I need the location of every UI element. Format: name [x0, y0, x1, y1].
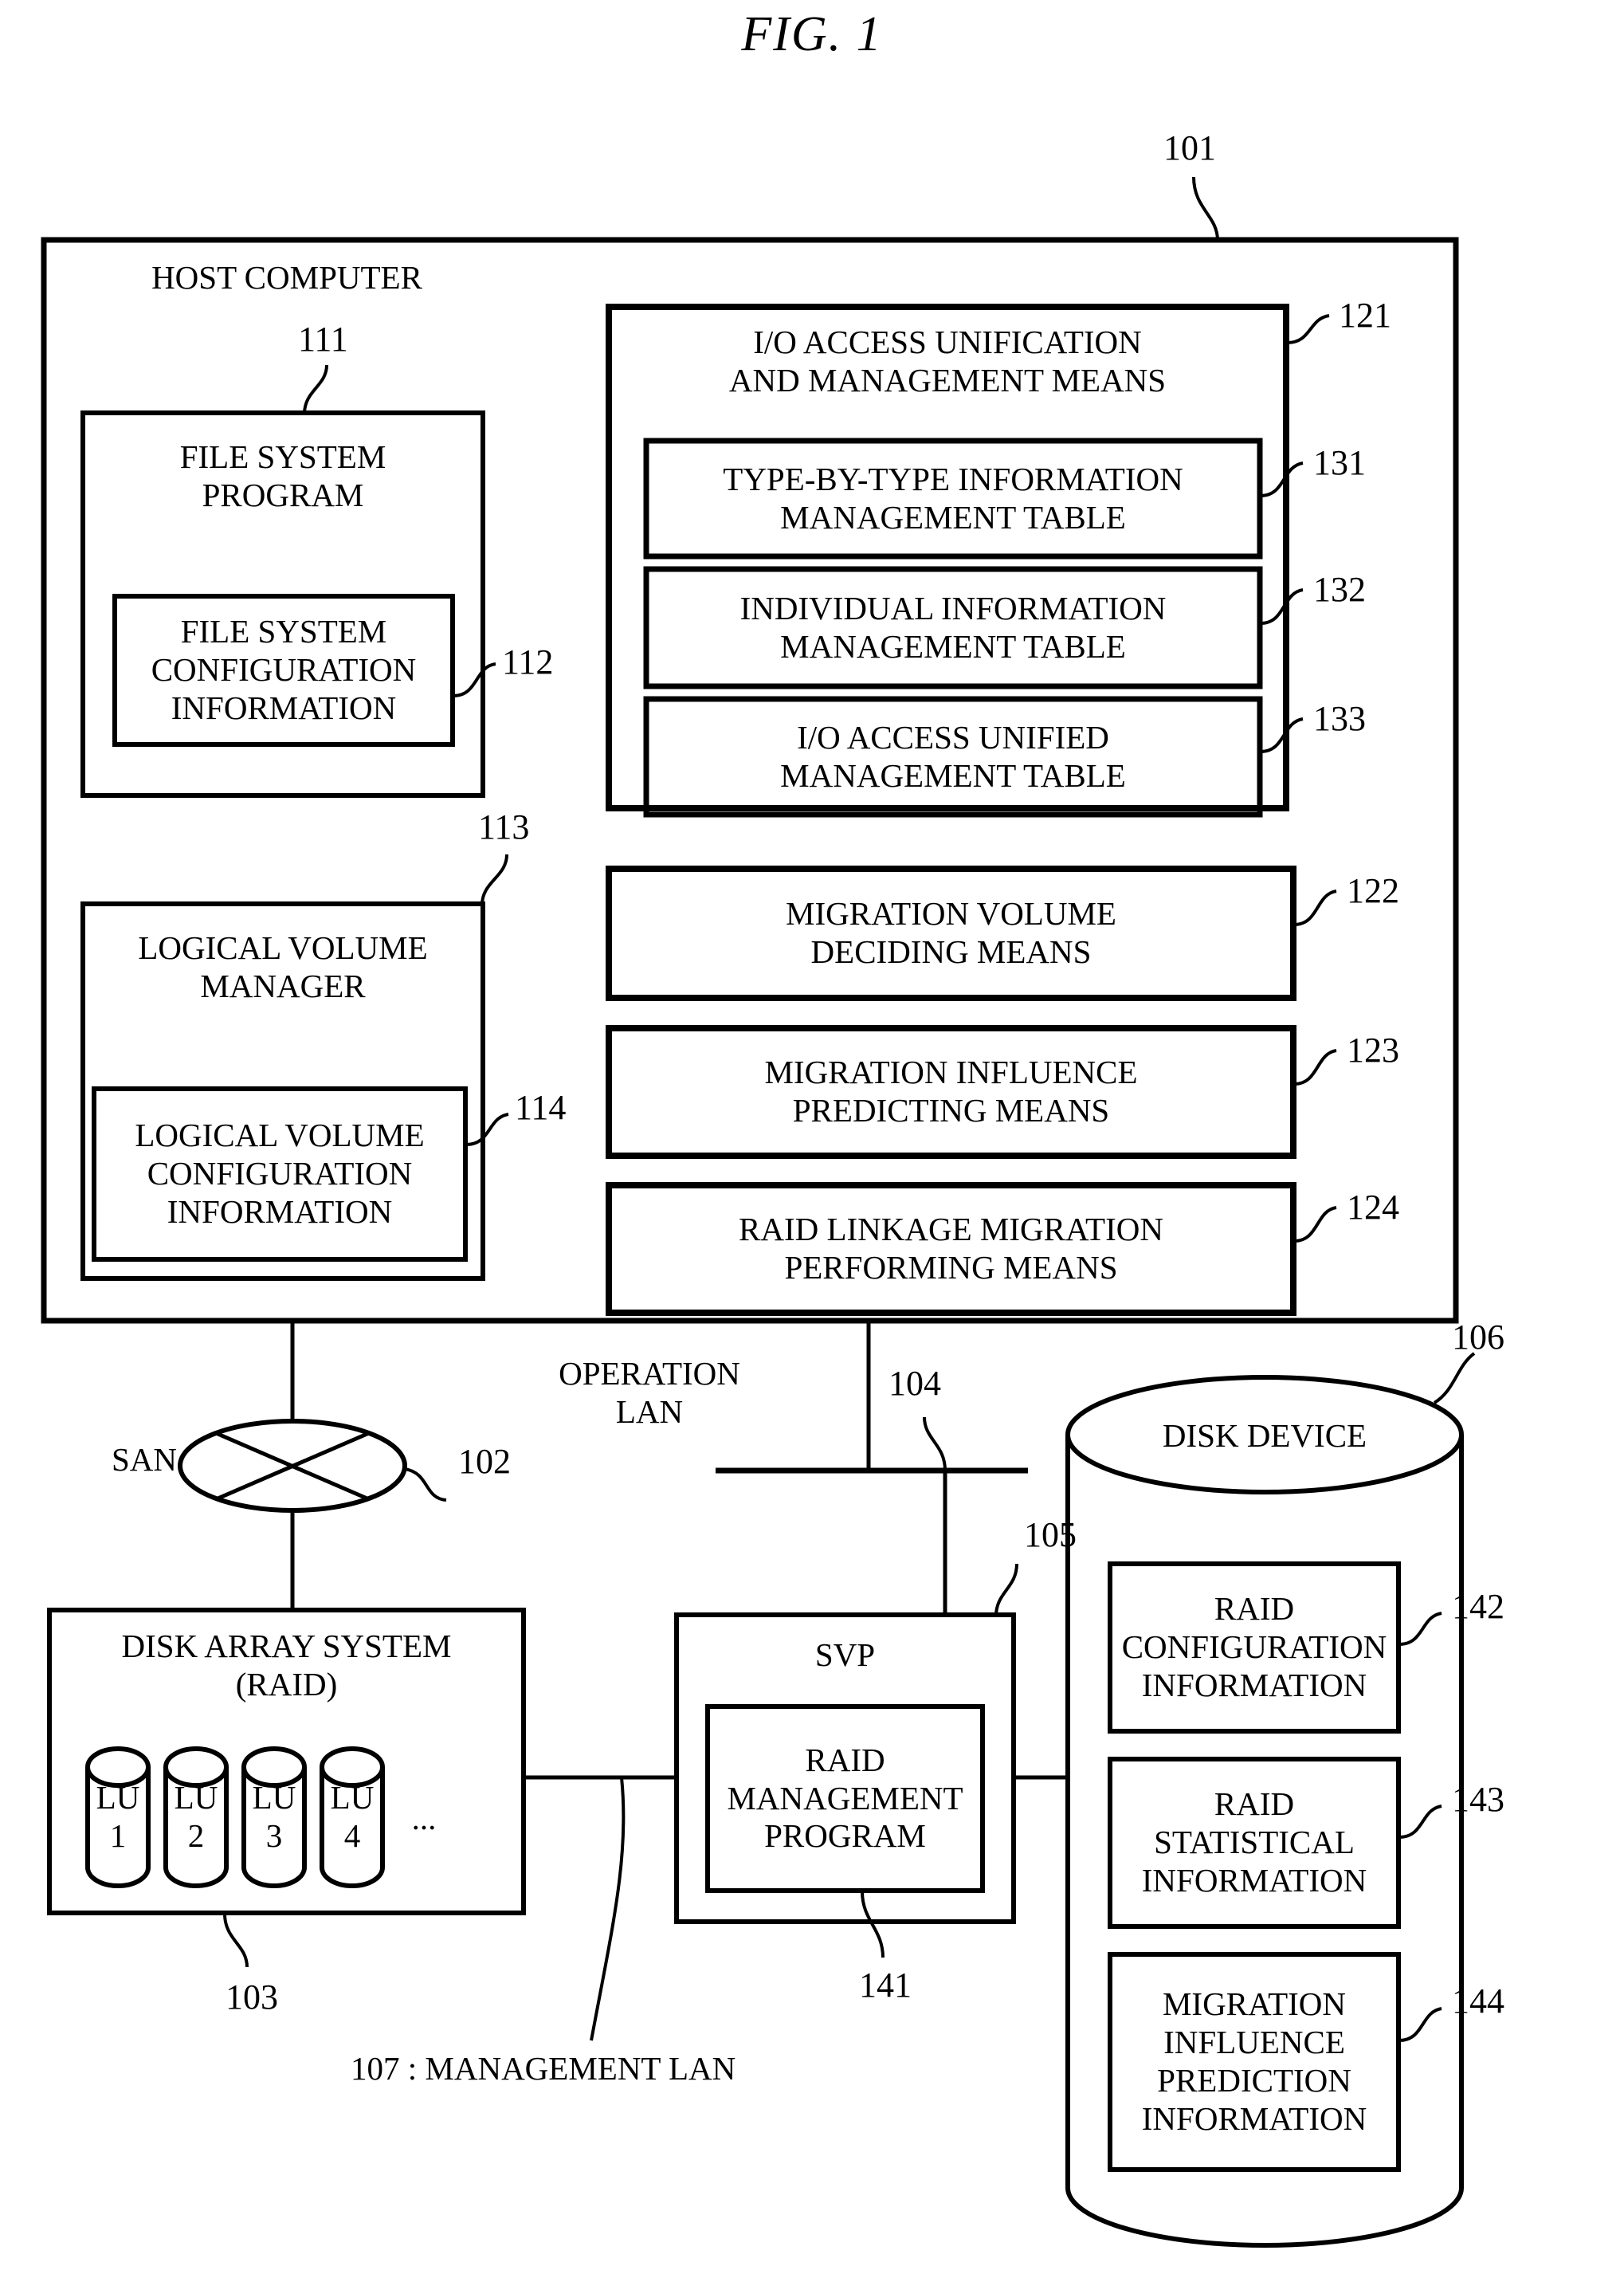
- san-label: SAN: [111, 1441, 177, 1478]
- leader-107: [590, 1777, 626, 2041]
- ref-133: 133: [1313, 699, 1366, 738]
- migration-volume-deciding-label: MIGRATION VOLUME DECIDING MEANS: [786, 895, 1116, 970]
- lu-label-1: LU 1: [96, 1779, 140, 1854]
- ref-101: 101: [1163, 128, 1216, 167]
- lu-label-2: LU 2: [174, 1779, 218, 1854]
- leader-112: [453, 662, 496, 697]
- ref-132: 132: [1313, 570, 1366, 609]
- lu-label-3: LU 3: [252, 1779, 296, 1854]
- ref-123: 123: [1347, 1031, 1399, 1070]
- type-by-type-table-label: TYPE-BY-TYPE INFORMATION MANAGEMENT TABL…: [723, 460, 1183, 536]
- ref-111: 111: [298, 320, 348, 359]
- ref-102: 102: [458, 1442, 511, 1481]
- ref-143: 143: [1452, 1780, 1504, 1819]
- leader-143: [1398, 1805, 1442, 1839]
- svp-label: SVP: [814, 1636, 876, 1673]
- ref-104: 104: [888, 1364, 941, 1403]
- ref-103: 103: [226, 1977, 278, 2017]
- raid-configuration-information-label: RAID CONFIGURATION INFORMATION: [1121, 1590, 1387, 1703]
- leader-101: [1192, 176, 1219, 242]
- ref-141: 141: [859, 1966, 912, 2005]
- host-computer-label: HOST COMPUTER: [151, 259, 422, 296]
- logical-volume-config-label: LOGICAL VOLUME CONFIGURATION INFORMATION: [135, 1117, 425, 1230]
- leader-114: [465, 1113, 509, 1146]
- io-access-means-label: I/O ACCESS UNIFICATION AND MANAGEMENT ME…: [728, 324, 1167, 399]
- leader-132: [1260, 588, 1304, 625]
- leader-122: [1293, 890, 1337, 926]
- ref-105: 105: [1024, 1515, 1077, 1554]
- leader-131: [1260, 461, 1304, 497]
- ref-144: 144: [1452, 1981, 1504, 2021]
- logical-volume-manager-label: LOGICAL VOLUME MANAGER: [138, 929, 428, 1004]
- ref-114: 114: [515, 1088, 567, 1127]
- leader-142: [1398, 1612, 1442, 1646]
- management-lan-label: 107 : MANAGEMENT LAN: [351, 2050, 736, 2087]
- lu-label-4: LU 4: [330, 1779, 375, 1854]
- ref-122: 122: [1347, 871, 1399, 910]
- leader-113: [481, 854, 508, 905]
- ref-112: 112: [502, 642, 554, 681]
- ref-124: 124: [1347, 1188, 1399, 1227]
- leader-121: [1286, 314, 1330, 344]
- individual-information-table-label: INDIVIDUAL INFORMATION MANAGEMENT TABLE: [739, 589, 1167, 665]
- ref-121: 121: [1339, 296, 1391, 335]
- lu-ellipsis: ...: [411, 1800, 437, 1836]
- disk-device-label: DISK DEVICE: [1162, 1417, 1367, 1454]
- disk-array-system-label: DISK ARRAY SYSTEM (RAID): [121, 1628, 452, 1702]
- leader-102: [404, 1467, 447, 1502]
- leader-133: [1260, 717, 1304, 753]
- patent-figure: FIG. 1 HOST COMPUTER 101 111 FILE SYSTEM…: [0, 0, 1624, 2270]
- operation-lan-label: OPERATION LAN: [559, 1355, 740, 1430]
- io-access-unified-table-label: I/O ACCESS UNIFIED MANAGEMENT TABLE: [780, 718, 1126, 794]
- ref-131: 131: [1313, 443, 1366, 482]
- ref-106: 106: [1452, 1318, 1504, 1357]
- leader-106: [1433, 1352, 1476, 1404]
- leader-144: [1398, 2007, 1442, 2042]
- leader-111: [303, 364, 328, 414]
- raid-management-program-label: RAID MANAGEMENT PROGRAM: [727, 1741, 963, 1855]
- leader-103: [223, 1913, 249, 1968]
- leader-124: [1293, 1206, 1337, 1243]
- migration-influence-prediction-label: MIGRATION INFLUENCE PREDICTION INFORMATI…: [1141, 1985, 1367, 2137]
- file-system-program-label: FILE SYSTEM PROGRAM: [179, 438, 386, 513]
- leader-105: [994, 1563, 1018, 1616]
- raid-linkage-migration-label: RAID LINKAGE MIGRATION PERFORMING MEANS: [739, 1211, 1163, 1286]
- file-system-config-label: FILE SYSTEM CONFIGURATION INFORMATION: [151, 613, 417, 726]
- ref-142: 142: [1452, 1587, 1504, 1626]
- leader-104: [923, 1416, 947, 1471]
- migration-influence-predicting-label: MIGRATION INFLUENCE PREDICTING MEANS: [764, 1054, 1138, 1129]
- leader-141: [861, 1891, 885, 1958]
- raid-statistical-information-label: RAID STATISTICAL INFORMATION: [1141, 1785, 1367, 1899]
- ref-113: 113: [478, 807, 530, 846]
- leader-123: [1293, 1049, 1337, 1086]
